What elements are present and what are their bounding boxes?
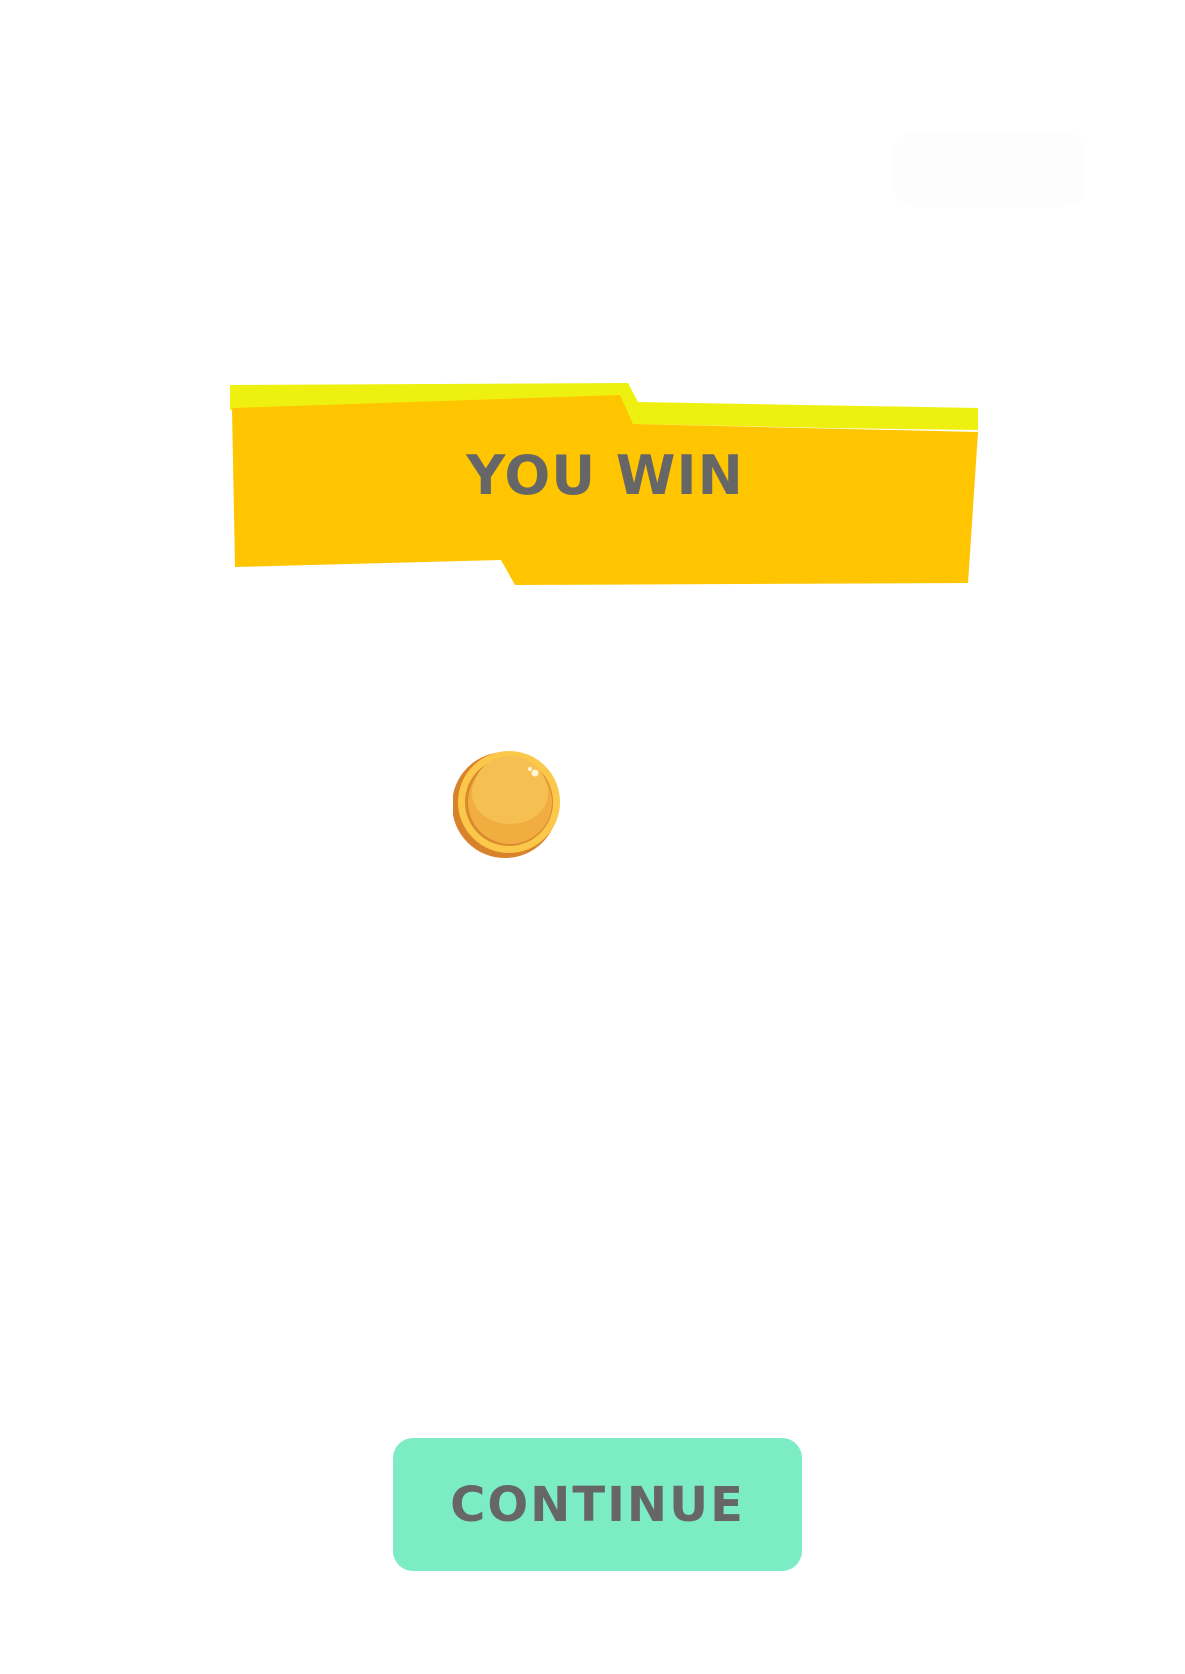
top-bar-badge	[893, 131, 1085, 207]
win-banner: YOU WIN	[228, 380, 982, 588]
continue-button[interactable]: CONTINUE	[393, 1438, 802, 1571]
coin-icon	[452, 749, 563, 859]
continue-button-label: CONTINUE	[450, 1476, 745, 1533]
result-title: YOU WIN	[466, 444, 744, 507]
